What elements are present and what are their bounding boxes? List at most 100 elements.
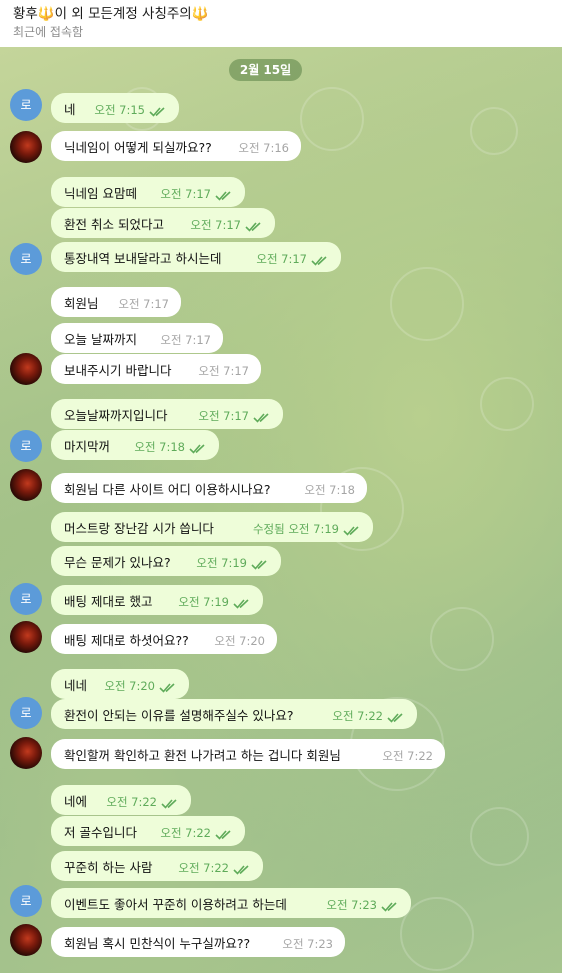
message-time: 오전 7:17 xyxy=(190,218,241,232)
message-time: 오전 7:17 xyxy=(118,297,169,311)
agent-avatar[interactable] xyxy=(10,131,42,163)
outgoing-message[interactable]: 환전 취소 되었다고 오전 7:17 xyxy=(51,208,275,238)
read-receipt-icon xyxy=(215,190,233,201)
outgoing-message[interactable]: 통장내역 보내달라고 하시는데 오전 7:17 xyxy=(51,242,341,272)
message-text: 회원님 xyxy=(64,296,99,311)
message-text: 마지막꺼 xyxy=(64,439,111,454)
message-text: 네 xyxy=(64,102,76,117)
outgoing-message[interactable]: 마지막꺼 오전 7:18 xyxy=(51,430,219,460)
message-text: 배팅 제대로 했고 xyxy=(64,594,153,609)
read-receipt-icon xyxy=(161,798,179,809)
message-text: 꾸준히 하는 사람 xyxy=(64,860,153,875)
date-separator: 2월 15일 xyxy=(229,59,302,81)
chat-area[interactable]: 2월 15일 로 네 오전 7:15 닉네임이 어떻게 되실까요?? 오전 7:16 닉네… xyxy=(0,47,562,973)
read-receipt-icon xyxy=(233,598,251,609)
message-text: 무슨 문제가 있나요? xyxy=(64,555,171,570)
incoming-message[interactable]: 확인할꺼 확인하고 환전 나가려고 하는 겁니다 회원님 오전 7:22 xyxy=(51,739,445,769)
incoming-message[interactable]: 닉네임이 어떻게 되실까요?? 오전 7:16 xyxy=(51,131,301,161)
outgoing-message[interactable]: 머스트랑 장난감 시가 씁니다 수정됨 오전 7:19 xyxy=(51,512,373,542)
agent-avatar[interactable] xyxy=(10,621,42,653)
message-time: 오전 7:17 xyxy=(160,333,211,347)
message-text: 이벤트도 좋아서 꾸준히 이용하려고 하는데 xyxy=(64,897,287,912)
incoming-message[interactable]: 보내주시기 바랍니다 오전 7:17 xyxy=(51,354,261,384)
message-text: 회원님 혹시 민찬식이 누구실까요?? xyxy=(64,936,251,951)
message-text: 환전 취소 되었다고 xyxy=(64,217,164,232)
title-prefix: 황후 xyxy=(13,6,38,22)
chat-header[interactable]: 황후🔱이 외 모든계정 사칭주의🔱 최근에 접속함 xyxy=(0,0,562,47)
message-time: 오전 7:18 xyxy=(134,440,185,454)
read-receipt-icon xyxy=(159,682,177,693)
trident-icon: 🔱 xyxy=(191,6,209,22)
outgoing-message[interactable]: 배팅 제대로 했고 오전 7:19 xyxy=(51,585,263,615)
message-text: 보내주시기 바랍니다 xyxy=(64,363,172,378)
outgoing-message[interactable]: 네에 오전 7:22 xyxy=(51,785,191,815)
message-text: 오늘날짜까지입니다 xyxy=(64,408,168,423)
user-avatar[interactable]: 로 xyxy=(10,430,42,462)
outgoing-message[interactable]: 환전이 안되는 이유를 설명해주실수 있나요? 오전 7:22 xyxy=(51,699,417,729)
outgoing-message[interactable]: 네 오전 7:15 xyxy=(51,93,179,123)
agent-avatar[interactable] xyxy=(10,737,42,769)
message-text: 네에 xyxy=(64,794,88,809)
message-time: 오전 7:23 xyxy=(326,898,377,912)
message-time: 오전 7:19 xyxy=(196,556,247,570)
message-text: 통장내역 보내달라고 하시는데 xyxy=(64,251,222,266)
read-receipt-icon xyxy=(251,559,269,570)
message-time: 오전 7:23 xyxy=(282,937,333,951)
title-main: 이 외 모든계정 사칭주의 xyxy=(54,6,192,22)
message-time: 오전 7:22 xyxy=(160,826,211,840)
user-avatar[interactable]: 로 xyxy=(10,89,42,121)
message-text: 확인할꺼 확인하고 환전 나가려고 하는 겁니다 회원님 xyxy=(64,748,341,763)
message-time: 오전 7:22 xyxy=(332,709,383,723)
user-avatar[interactable]: 로 xyxy=(10,243,42,275)
read-receipt-icon xyxy=(215,829,233,840)
message-time: 오전 7:20 xyxy=(104,679,155,693)
message-time: 오전 7:17 xyxy=(198,409,249,423)
incoming-message[interactable]: 회원님 혹시 민찬식이 누구실까요?? 오전 7:23 xyxy=(51,927,345,957)
outgoing-message[interactable]: 무슨 문제가 있나요? 오전 7:19 xyxy=(51,546,281,576)
read-receipt-icon xyxy=(253,412,271,423)
message-time: 오전 7:17 xyxy=(256,252,307,266)
message-time: 오전 7:18 xyxy=(304,483,355,497)
message-time: 오전 7:17 xyxy=(160,187,211,201)
outgoing-message[interactable]: 오늘날짜까지입니다 오전 7:17 xyxy=(51,399,283,429)
message-time: 오전 7:20 xyxy=(214,634,265,648)
agent-avatar[interactable] xyxy=(10,353,42,385)
user-avatar[interactable]: 로 xyxy=(10,885,42,917)
outgoing-message[interactable]: 이벤트도 좋아서 꾸준히 이용하려고 하는데 오전 7:23 xyxy=(51,888,411,918)
read-receipt-icon xyxy=(245,221,263,232)
message-time: 오전 7:19 xyxy=(178,595,229,609)
message-text: 닉네임이 어떻게 되실까요?? xyxy=(64,140,212,155)
read-receipt-icon xyxy=(381,901,399,912)
incoming-message[interactable]: 회원님 다른 사이트 어디 이용하시나요? 오전 7:18 xyxy=(51,473,367,503)
chat-title: 황후🔱이 외 모든계정 사칭주의🔱 xyxy=(13,2,209,22)
read-receipt-icon xyxy=(343,525,361,536)
agent-avatar[interactable] xyxy=(10,469,42,501)
message-text: 회원님 다른 사이트 어디 이용하시나요? xyxy=(64,482,271,497)
agent-avatar[interactable] xyxy=(10,924,42,956)
user-avatar[interactable]: 로 xyxy=(10,697,42,729)
incoming-message[interactable]: 회원님 오전 7:17 xyxy=(51,287,181,317)
message-time: 오전 7:22 xyxy=(106,795,157,809)
outgoing-message[interactable]: 네네 오전 7:20 xyxy=(51,669,189,699)
incoming-message[interactable]: 배팅 제대로 하셧어요?? 오전 7:20 xyxy=(51,624,277,654)
message-text: 저 골수입니다 xyxy=(64,825,137,840)
read-receipt-icon xyxy=(233,864,251,875)
message-text: 오늘 날짜까지 xyxy=(64,332,137,347)
outgoing-message[interactable]: 꾸준히 하는 사람 오전 7:22 xyxy=(51,851,263,881)
user-avatar[interactable]: 로 xyxy=(10,583,42,615)
message-time: 오전 7:22 xyxy=(382,749,433,763)
trident-icon: 🔱 xyxy=(37,6,55,22)
incoming-message[interactable]: 오늘 날짜까지 오전 7:17 xyxy=(51,323,223,353)
read-receipt-icon xyxy=(311,255,329,266)
message-time: 수정됨 오전 7:19 xyxy=(252,522,339,536)
last-seen-status: 최근에 접속함 xyxy=(13,25,84,39)
message-text: 네네 xyxy=(64,678,88,693)
outgoing-message[interactable]: 닉네임 요맘떼 오전 7:17 xyxy=(51,177,245,207)
message-text: 배팅 제대로 하셧어요?? xyxy=(64,633,189,648)
message-text: 머스트랑 장난감 시가 씁니다 xyxy=(64,521,214,536)
message-text: 닉네임 요맘떼 xyxy=(64,186,137,201)
read-receipt-icon xyxy=(189,443,207,454)
outgoing-message[interactable]: 저 골수입니다 오전 7:22 xyxy=(51,816,245,846)
message-time: 오전 7:15 xyxy=(94,103,145,117)
message-time: 오전 7:16 xyxy=(238,141,289,155)
